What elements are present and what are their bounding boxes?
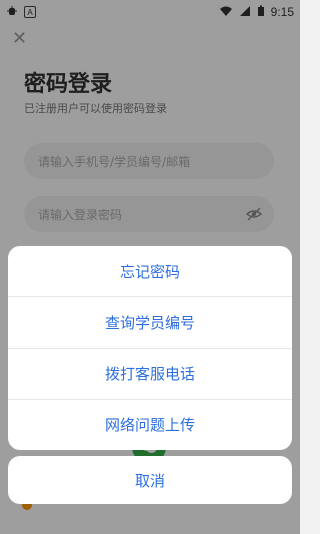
query-student-id-item[interactable]: 查询学员编号 xyxy=(8,297,292,349)
sheet-item-label: 拨打客服电话 xyxy=(104,365,195,384)
upload-network-issue-item[interactable]: 网络问题上传 xyxy=(8,400,292,450)
cancel-label: 取消 xyxy=(134,471,165,490)
forgot-password-item[interactable]: 忘记密码 xyxy=(8,246,292,298)
cancel-button[interactable]: 取消 xyxy=(8,456,292,504)
sheet-item-label: 忘记密码 xyxy=(119,262,180,281)
sheet-item-label: 网络问题上传 xyxy=(104,416,195,435)
action-sheet: 忘记密码 查询学员编号 拨打客服电话 网络问题上传 xyxy=(8,246,292,450)
sheet-item-label: 查询学员编号 xyxy=(104,313,195,332)
call-service-item[interactable]: 拨打客服电话 xyxy=(8,349,292,400)
